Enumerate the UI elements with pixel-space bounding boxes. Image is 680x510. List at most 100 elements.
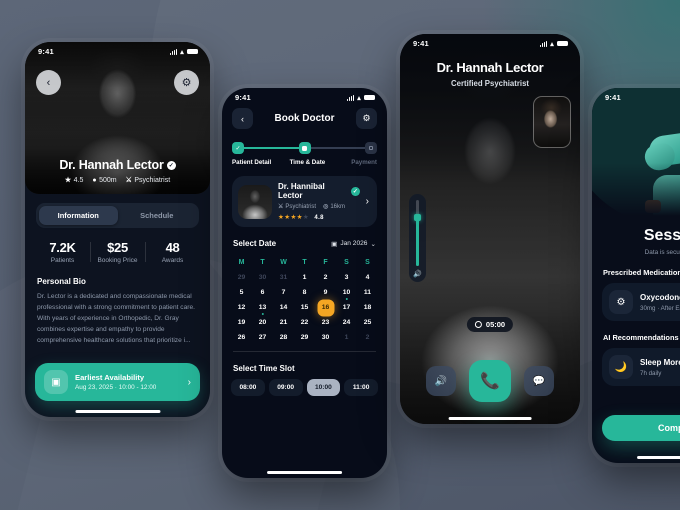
weekday-sat: S: [344, 259, 349, 266]
volume-track[interactable]: [413, 200, 421, 266]
back-button[interactable]: ‹: [232, 108, 253, 129]
calendar-day[interactable]: 12: [231, 300, 252, 315]
volume-fill: [416, 218, 419, 266]
time-slot[interactable]: 09:00: [268, 379, 303, 396]
gear-icon[interactable]: ⚙: [356, 108, 377, 129]
calendar-day[interactable]: 29: [294, 330, 315, 345]
ai-recommendation-card[interactable]: 🌙 Sleep More 7h daily: [602, 348, 680, 386]
calendar-day[interactable]: 17: [336, 300, 357, 315]
booking-stepper: ✓ Patient Detail Time & Date Payment: [232, 142, 377, 166]
doctor-identity: Dr. Hannah Lector ✓ ★ 4.5 ● 500m ⚔ Psych…: [25, 158, 210, 184]
session-title: Session: [643, 227, 680, 244]
time-slot[interactable]: 08:00: [231, 379, 265, 396]
screen-video-call: 9:41 ▴ Dr. Hannah Lector Certified Psych…: [400, 34, 580, 424]
stepper-track: ✓: [232, 142, 377, 154]
calendar-week-row: 29 30 31 1 2 3 4: [231, 270, 378, 285]
location-pin-icon: ◎: [323, 204, 329, 210]
chevron-right-icon[interactable]: ›: [188, 377, 191, 388]
stat-price-value: $25: [107, 240, 128, 255]
step-line-1: [244, 147, 299, 149]
gear-icon[interactable]: ⚙: [174, 70, 199, 95]
end-call-button[interactable]: 📞: [469, 360, 511, 402]
calendar-day[interactable]: 7: [273, 285, 294, 300]
battery-icon: [364, 94, 375, 101]
phone-book-doctor: 9:41 ▴ ‹ Book Doctor ⚙ ✓ Patient Detail …: [222, 88, 387, 478]
calendar-day[interactable]: 5: [231, 285, 252, 300]
weekday-sun: S: [365, 259, 370, 266]
calendar-day[interactable]: 19: [231, 315, 252, 330]
status-bar: 9:41 ▴: [25, 42, 210, 58]
doctor-name: Dr. Hannah Lector: [59, 158, 164, 172]
ai-recommendation-text: Sleep More 7h daily: [640, 358, 680, 377]
medication-card[interactable]: ⚙ Oxycodone D 30mg · After Ea: [602, 283, 680, 321]
calendar-day[interactable]: 20: [252, 315, 273, 330]
earliest-availability-card[interactable]: ▣ Earliest Availability Aug 23, 2025 · 1…: [35, 363, 200, 401]
calendar-day[interactable]: 30: [315, 330, 336, 345]
tab-information[interactable]: Information: [39, 206, 118, 225]
time-slot-selected[interactable]: 10:00: [306, 379, 341, 396]
calendar-day[interactable]: 6: [252, 285, 273, 300]
ai-recommendations-label: AI Recommendations: [603, 333, 679, 342]
volume-slider[interactable]: 🔊: [409, 194, 426, 282]
calendar-day[interactable]: 15: [294, 300, 315, 315]
calendar-day[interactable]: 21: [273, 315, 294, 330]
complete-button[interactable]: Comple: [602, 415, 680, 441]
stat-patients: 7.2K Patients: [35, 240, 90, 264]
volume-knob[interactable]: [413, 214, 421, 222]
calendar-day[interactable]: 22: [294, 315, 315, 330]
calendar-day[interactable]: 9: [315, 285, 336, 300]
location-pin-icon: ●: [92, 176, 97, 184]
status-time: 9:41: [413, 39, 429, 48]
calendar-day[interactable]: 4: [357, 270, 378, 285]
calendar-week-row: 19 20 21 22 23 24 25: [231, 315, 378, 330]
calendar-day[interactable]: 14: [273, 300, 294, 315]
select-date-label: Select Date: [233, 239, 277, 248]
doctor-hero: 9:41 ▴ ‹ ⚙ Dr. Hannah Lector ✓ ★ 4.5 ● 5…: [25, 42, 210, 194]
calendar-day[interactable]: 11: [357, 285, 378, 300]
calendar-day[interactable]: 8: [294, 285, 315, 300]
speaker-icon[interactable]: 🔊: [426, 366, 456, 396]
calendar-day[interactable]: 28: [273, 330, 294, 345]
status-time: 9:41: [38, 47, 54, 56]
calendar-day[interactable]: 1: [294, 270, 315, 285]
wifi-icon: ▴: [357, 94, 361, 102]
distance-value: 500m: [99, 176, 117, 184]
tab-schedule[interactable]: Schedule: [118, 206, 197, 225]
calendar-day[interactable]: 18: [357, 300, 378, 315]
calendar-day[interactable]: 25: [357, 315, 378, 330]
calendar-day[interactable]: 26: [231, 330, 252, 345]
verified-badge-icon: ✓: [351, 186, 360, 196]
month-value: Jan 2026: [340, 240, 368, 247]
step-dot-patient-detail[interactable]: ✓: [232, 142, 244, 154]
month-selector[interactable]: ▣ Jan 2026 ⌄: [331, 240, 376, 248]
selected-doctor-card[interactable]: Dr. Hannibal Lector ✓ ⚔ Psychiatrist ◎ 1…: [232, 176, 377, 227]
self-view-thumbnail[interactable]: [533, 96, 571, 148]
step-dot-payment[interactable]: [365, 142, 377, 154]
back-button[interactable]: ‹: [36, 70, 61, 95]
profile-tabs: Information Schedule: [36, 203, 199, 228]
calendar-day[interactable]: 23: [315, 315, 336, 330]
screen-book-doctor: 9:41 ▴ ‹ Book Doctor ⚙ ✓ Patient Detail …: [222, 88, 387, 478]
calendar-day[interactable]: 13: [252, 300, 273, 315]
calendar-day[interactable]: 3: [336, 270, 357, 285]
home-indicator: [448, 417, 532, 420]
stepper-labels: Patient Detail Time & Date Payment: [232, 159, 377, 166]
select-time-label: Select Time Slot: [233, 364, 295, 373]
stethoscope-icon: ⚔: [278, 204, 284, 210]
weekday-thu: T: [302, 259, 307, 266]
calendar-day[interactable]: 27: [252, 330, 273, 345]
calendar-day[interactable]: 2: [315, 270, 336, 285]
calendar-day-selected[interactable]: 16: [315, 299, 336, 316]
step-dot-time-date[interactable]: [298, 142, 311, 154]
time-slot[interactable]: 11:00: [344, 379, 378, 396]
calendar-day[interactable]: 24: [336, 315, 357, 330]
message-icon[interactable]: 💬: [524, 366, 554, 396]
status-indicators: ▴: [170, 48, 198, 56]
book-header: ‹ Book Doctor ⚙: [222, 104, 387, 129]
specialty-value: Psychiatrist: [285, 203, 317, 210]
stat-patients-label: Patients: [50, 257, 75, 264]
chevron-right-icon[interactable]: ›: [366, 196, 371, 207]
doctor-rating: ★★★★★ 4.8: [278, 214, 324, 221]
ai-recommendation-detail: 7h daily: [640, 369, 662, 377]
calendar-day[interactable]: 10: [336, 285, 357, 300]
